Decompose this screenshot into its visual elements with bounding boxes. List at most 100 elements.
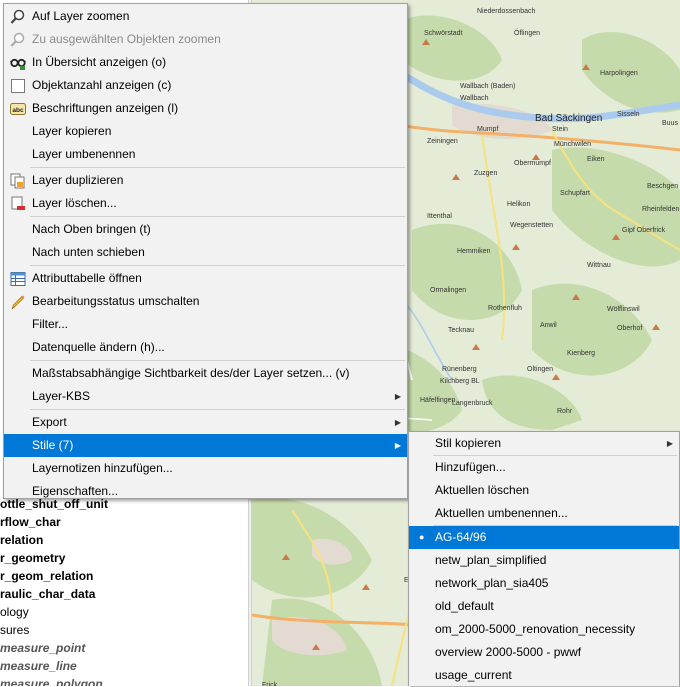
- menu-item-filter[interactable]: Filter...: [4, 313, 407, 336]
- map-place-label: Ormalingen: [430, 287, 467, 294]
- submenu-arrow-icon: ▶: [394, 418, 401, 427]
- map-place-label: Buus: [662, 120, 678, 127]
- map-place-label: Häfelfingen: [420, 397, 456, 404]
- style-item-label: Aktuellen umbenennen...: [435, 506, 568, 520]
- map-place-label: Harpolingen: [600, 70, 638, 77]
- menu-item-label: Eigenschaften...: [32, 484, 119, 498]
- map-place-label: Rothenfluh: [488, 305, 522, 312]
- layer-context-menu: Auf Layer zoomen Zu ausgewählten Objekten…: [3, 3, 408, 499]
- menu-item-label: Layer-KBS: [32, 389, 91, 403]
- map-place-label: Beschgen: [647, 183, 679, 190]
- style-item-netw-plan-simplified[interactable]: netw_plan_simplified: [409, 549, 679, 572]
- menu-item-objektanzahl-anzeigen[interactable]: Objektanzahl anzeigen (c): [4, 74, 407, 97]
- menu-item-nach-oben-bringen[interactable]: Nach Oben bringen (t): [4, 218, 407, 241]
- menu-item-label: Layer umbenennen: [32, 147, 136, 161]
- style-item-label: AG-64/96: [435, 530, 487, 544]
- map-place-label: Stein: [552, 126, 568, 133]
- style-item-aktuellen-umbenennen[interactable]: Aktuellen umbenennen...: [409, 502, 679, 525]
- menu-item-label: Layer löschen...: [32, 196, 117, 210]
- layer-tree-item[interactable]: measure_line: [0, 657, 77, 675]
- menu-item-label: Attributtabelle öffnen: [32, 271, 142, 285]
- layer-tree-item[interactable]: sures: [0, 621, 29, 639]
- menu-item-label: Nach unten schieben: [32, 245, 145, 259]
- menu-item-label: Objektanzahl anzeigen (c): [32, 78, 172, 92]
- menu-separator: [30, 216, 405, 217]
- menu-item-layer-löschen[interactable]: Layer löschen...: [4, 192, 407, 215]
- style-item-aktuellen-löschen[interactable]: Aktuellen löschen: [409, 479, 679, 502]
- menu-item-attributtabelle-öffnen[interactable]: Attributtabelle öffnen: [4, 267, 407, 290]
- map-place-label: Kilchberg BL: [440, 378, 480, 385]
- style-item-ag-64-96[interactable]: ● AG-64/96: [409, 526, 679, 549]
- menu-item-auf-layer-zoomen[interactable]: Auf Layer zoomen: [4, 5, 407, 28]
- layer-tree-item[interactable]: measure_polygon: [0, 675, 103, 686]
- menu-separator: [30, 167, 405, 168]
- map-place-label: Langenbruck: [452, 400, 493, 407]
- layer-tree-item[interactable]: measure_point: [0, 639, 85, 657]
- menu-item-layer-umbenennen[interactable]: Layer umbenennen: [4, 143, 407, 166]
- menu-item-label: Maßstabsabhängige Sichtbarkeit des/der L…: [32, 366, 350, 380]
- map-place-label: Zeiningen: [427, 138, 458, 145]
- menu-item-layer-duplizieren[interactable]: Layer duplizieren: [4, 169, 407, 192]
- menu-item-eigenschaften[interactable]: Eigenschaften...: [4, 480, 407, 503]
- menu-item-maßstabsabhängige-sichtbarkeit-des-der-layer-setzen[interactable]: Maßstabsabhängige Sichtbarkeit des/der L…: [4, 362, 407, 385]
- menu-item-label: Layernotizen hinzufügen...: [32, 461, 173, 475]
- style-item-network-plan-sia405[interactable]: network_plan_sia405: [409, 572, 679, 595]
- menu-separator: [30, 360, 405, 361]
- map-place-label: Hemmiken: [457, 248, 491, 255]
- layer-tree-item[interactable]: r_geometry: [0, 549, 65, 567]
- menu-item-export[interactable]: Export ▶: [4, 411, 407, 434]
- layer-tree-item[interactable]: ology: [0, 603, 29, 621]
- checkbox-icon: [10, 78, 26, 94]
- style-item-stil-kopieren[interactable]: Stil kopieren ▶: [409, 432, 679, 455]
- style-item-om-2000-5000-renovation-necessity[interactable]: om_2000-5000_renovation_necessity: [409, 618, 679, 641]
- map-place-label: Oberhof: [617, 325, 643, 332]
- menu-item-label: Nach Oben bringen (t): [32, 222, 151, 236]
- menu-item-beschriftungen-anzeigen[interactable]: abc Beschriftungen anzeigen (l): [4, 97, 407, 120]
- menu-item-stile[interactable]: Stile (7) ▶: [4, 434, 407, 457]
- layer-tree-item[interactable]: raulic_char_data: [0, 585, 95, 603]
- map-place-label: Schupfart: [560, 190, 590, 197]
- menu-item-layer-kopieren[interactable]: Layer kopieren: [4, 120, 407, 143]
- map-place-label: Rohr: [557, 408, 573, 415]
- map-place-label: Niederdossenbach: [477, 8, 536, 15]
- menu-item-zu-ausgewählten-objekten-zoomen[interactable]: Zu ausgewählten Objekten zoomen: [4, 28, 407, 51]
- style-item-label: om_2000-5000_renovation_necessity: [435, 622, 636, 636]
- menu-item-in-übersicht-anzeigen[interactable]: In Übersicht anzeigen (o): [4, 51, 407, 74]
- style-item-overview-2000-5000-pwwf[interactable]: overview 2000-5000 - pwwf: [409, 641, 679, 664]
- menu-item-label: Auf Layer zoomen: [32, 9, 130, 23]
- menu-item-label: In Übersicht anzeigen (o): [32, 55, 167, 69]
- menu-item-label: Export: [32, 415, 67, 429]
- style-item-old-default[interactable]: old_default: [409, 595, 679, 618]
- map-place-label: Wallbach: [460, 95, 489, 102]
- layer-tree-item[interactable]: relation: [0, 531, 43, 549]
- menu-item-label: Datenquelle ändern (h)...: [32, 340, 165, 354]
- pencil-icon: [10, 294, 26, 310]
- overview-glasses-icon: [10, 55, 26, 71]
- map-place-label: Kienberg: [567, 350, 596, 357]
- layer-tree-item[interactable]: r_geom_relation: [0, 567, 93, 585]
- menu-item-nach-unten-schieben[interactable]: Nach unten schieben: [4, 241, 407, 264]
- style-item-usage-current[interactable]: usage_current: [409, 664, 679, 687]
- menu-item-layernotizen-hinzufügen[interactable]: Layernotizen hinzufügen...: [4, 457, 407, 480]
- style-item-label: usage_current: [435, 668, 512, 682]
- menu-item-label: Bearbeitungsstatus umschalten: [32, 294, 200, 308]
- map-place-label: Münchwilen: [554, 141, 591, 148]
- menu-item-label: Zu ausgewählten Objekten zoomen: [32, 32, 221, 46]
- style-item-hinzufügen[interactable]: Hinzufügen...: [409, 456, 679, 479]
- labels-abc-icon: abc: [10, 101, 26, 117]
- map-place-label: Mumpf: [477, 126, 499, 133]
- map-place-label: Gipf Oberfrick: [622, 227, 666, 234]
- menu-item-label: Filter...: [32, 317, 69, 331]
- map-place-label: Anwil: [540, 322, 557, 329]
- submenu-arrow-icon: ▶: [394, 392, 401, 401]
- menu-item-layer-kbs[interactable]: Layer-KBS ▶: [4, 385, 407, 408]
- layer-tree-item[interactable]: rflow_char: [0, 513, 61, 531]
- menu-item-bearbeitungsstatus-umschalten[interactable]: Bearbeitungsstatus umschalten: [4, 290, 407, 313]
- map-place-label: Wegenstetten: [510, 222, 554, 229]
- map-place-label: Wittnau: [587, 262, 611, 269]
- style-item-label: netw_plan_simplified: [435, 553, 547, 567]
- duplicate-layer-icon: [10, 173, 26, 189]
- menu-item-datenquelle-ändern[interactable]: Datenquelle ändern (h)...: [4, 336, 407, 359]
- style-item-label: Aktuellen löschen: [435, 483, 530, 497]
- style-item-label: Stil kopieren: [435, 436, 502, 450]
